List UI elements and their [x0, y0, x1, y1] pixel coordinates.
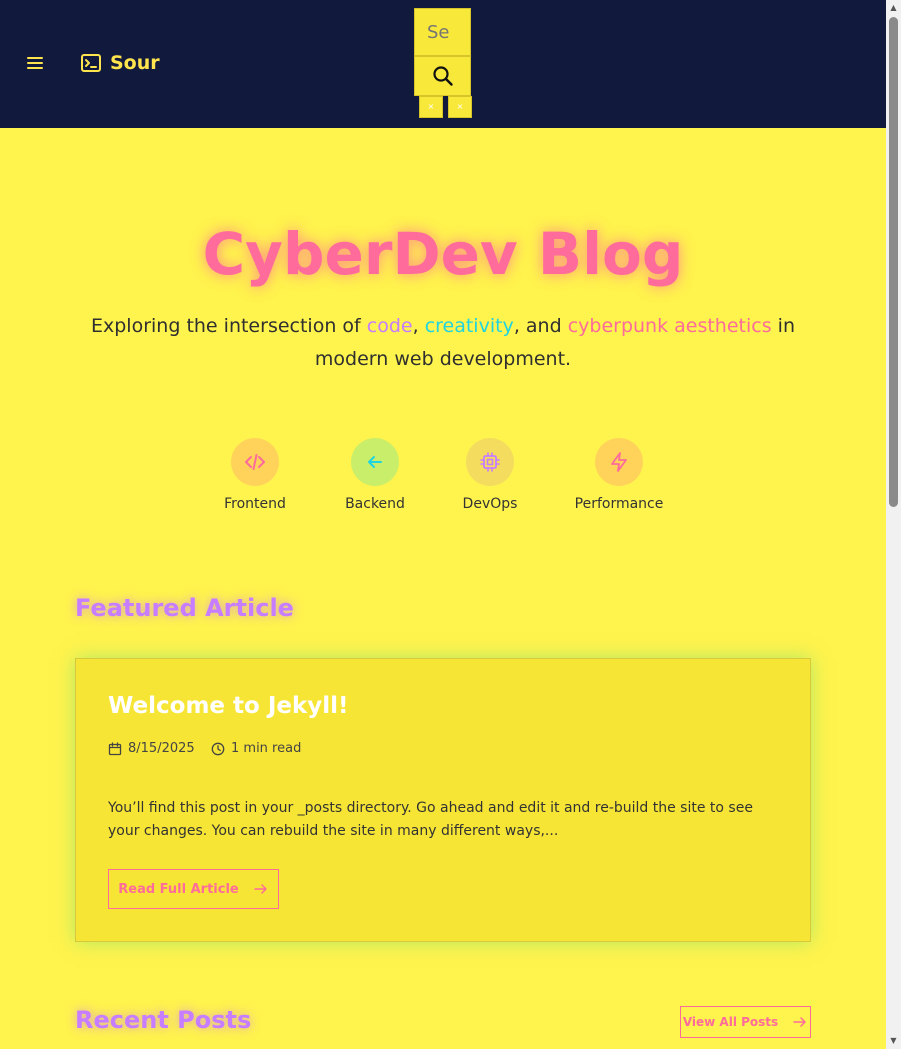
brand-logo-link[interactable]: Sour: [80, 52, 160, 74]
category-label: Backend: [345, 496, 405, 512]
category-frontend[interactable]: Frontend: [224, 438, 286, 512]
article-date: 8/15/2025: [108, 741, 195, 756]
clock-icon: [211, 742, 225, 755]
search-input[interactable]: [414, 8, 471, 56]
subtitle-text: ,: [412, 315, 425, 337]
subtitle-text: Exploring the intersection of: [91, 315, 367, 337]
zap-icon: [611, 452, 627, 472]
top-navbar: Sour × ×: [0, 0, 886, 128]
search-icon: [432, 66, 453, 86]
subtitle-text: , and: [513, 315, 568, 337]
category-label: DevOps: [462, 496, 518, 512]
hamburger-icon: [27, 57, 43, 69]
read-full-article-label: Read Full Article: [118, 881, 239, 897]
category-devops[interactable]: DevOps: [460, 438, 520, 512]
terminal-icon: [81, 54, 101, 72]
view-all-posts-label: View All Posts: [682, 1015, 779, 1029]
category-icon-circle: [466, 438, 514, 486]
recent-posts-section-title: Recent Posts: [75, 1006, 252, 1034]
category-icon-circle: [231, 438, 279, 486]
scrollbar-thumb[interactable]: [889, 17, 898, 507]
arrow-left-icon: [368, 456, 382, 468]
subtitle-highlight-code: code: [366, 315, 413, 337]
article-read-time-text: 1 min read: [231, 741, 302, 756]
scroll-down-arrow[interactable]: ▼: [887, 1036, 900, 1046]
arrow-right-icon: [253, 884, 267, 894]
menu-button[interactable]: [24, 52, 46, 74]
category-backend[interactable]: Backend: [345, 438, 405, 512]
read-full-article-button[interactable]: Read Full Article: [108, 869, 279, 909]
arrow-right-icon: [793, 1017, 806, 1027]
article-read-time: 1 min read: [211, 741, 301, 756]
category-label: Frontend: [224, 496, 286, 512]
category-icon-circle: [351, 438, 399, 486]
scroll-up-arrow[interactable]: ▲: [887, 3, 900, 13]
category-icon-circle: [595, 438, 643, 486]
view-all-posts-button[interactable]: View All Posts: [680, 1006, 811, 1038]
code-icon: [245, 454, 265, 470]
featured-article-card: Welcome to Jekyll! 8/15/2025 1 min read …: [75, 658, 811, 942]
article-title[interactable]: Welcome to Jekyll!: [108, 693, 349, 719]
subtitle-highlight-creativity: creativity: [424, 315, 514, 337]
article-excerpt: You’ll find this post in your _posts dir…: [108, 800, 753, 839]
cpu-icon: [480, 452, 500, 472]
category-performance[interactable]: Performance: [574, 438, 664, 512]
article-date-text: 8/15/2025: [128, 741, 195, 756]
hero-title: CyberDev Blog: [202, 220, 684, 288]
search-option-button-2[interactable]: ×: [448, 96, 472, 118]
category-label: Performance: [574, 496, 664, 512]
calendar-icon: [108, 741, 122, 755]
brand-name: Sour: [110, 52, 160, 74]
search-button[interactable]: [414, 56, 471, 96]
hero-subtitle: Exploring the intersection of code, crea…: [70, 310, 816, 376]
featured-section-title: Featured Article: [75, 594, 294, 622]
search-option-button-1[interactable]: ×: [419, 96, 443, 118]
subtitle-highlight-aesthetics: cyberpunk aesthetics: [567, 315, 772, 337]
